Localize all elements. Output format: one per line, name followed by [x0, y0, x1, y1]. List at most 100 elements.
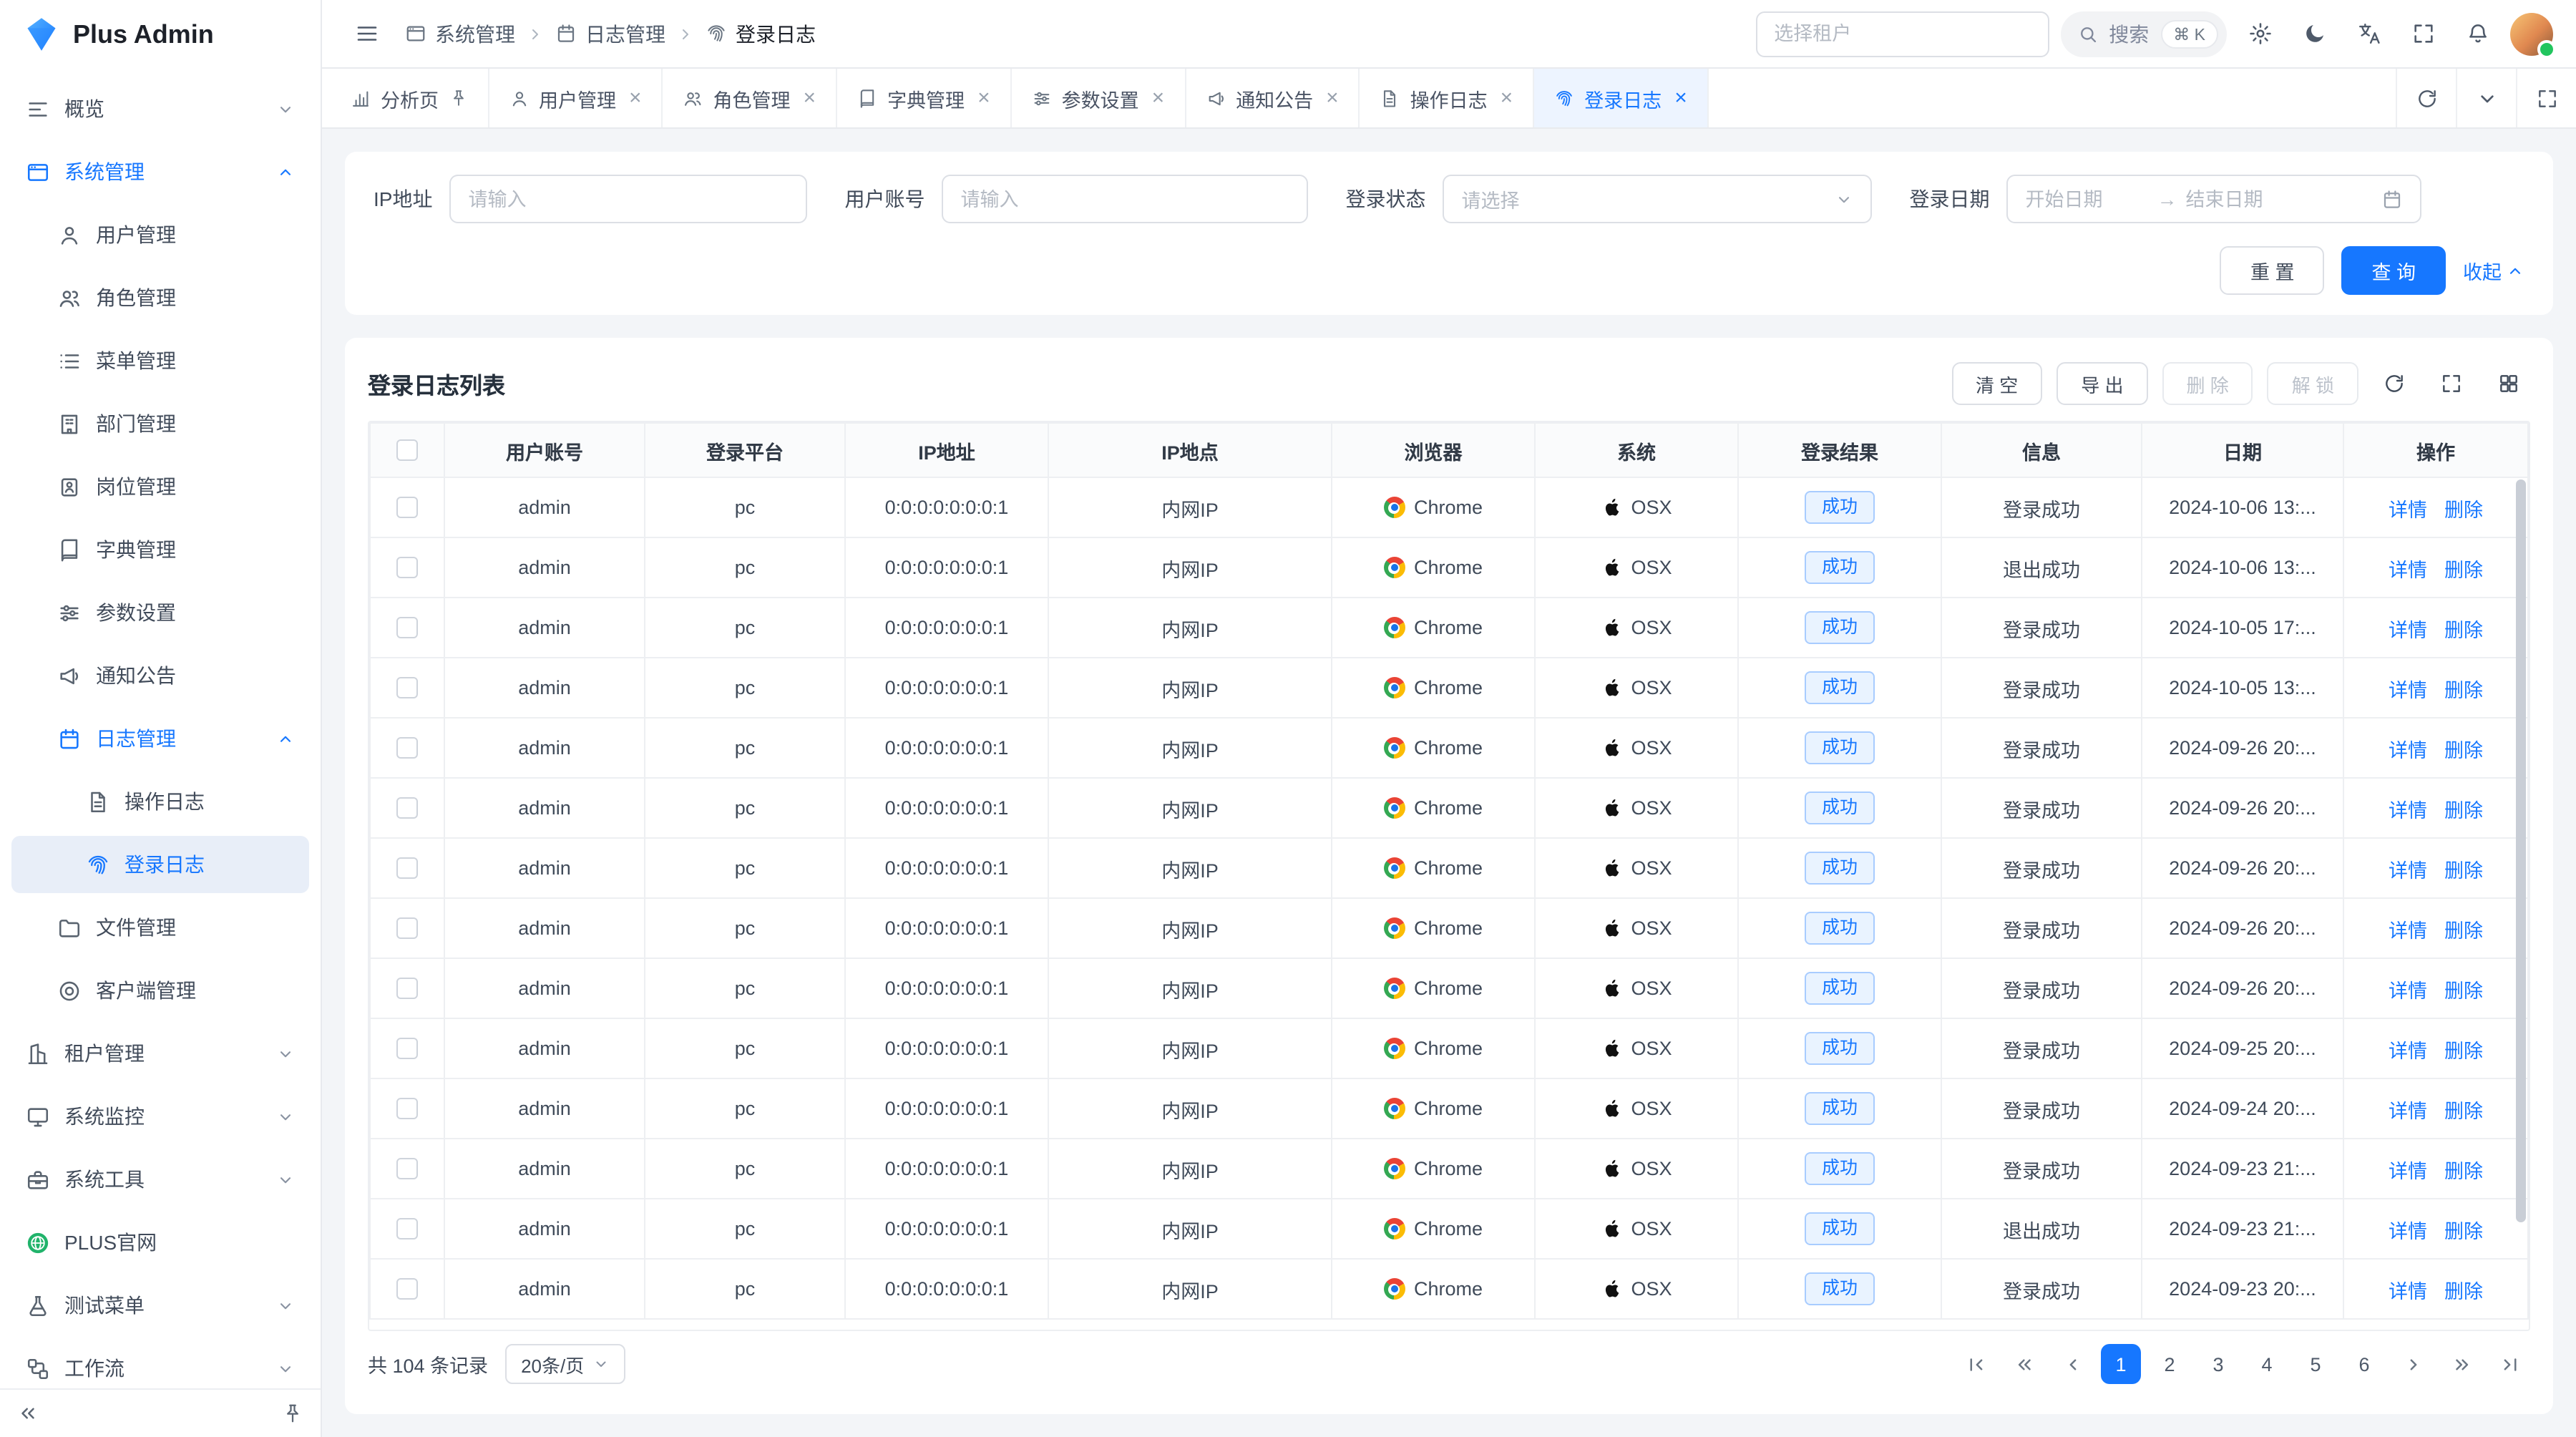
user-account-input[interactable] — [942, 175, 1308, 223]
close-tab-icon[interactable]: × — [1152, 87, 1165, 109]
delete-link[interactable]: 删除 — [2444, 739, 2483, 761]
sidebar-item-tools[interactable]: 系统工具 — [11, 1151, 309, 1208]
collapse-filter-link[interactable]: 收起 — [2463, 256, 2524, 285]
page-button-2[interactable]: 2 — [2150, 1344, 2190, 1384]
delete-link[interactable]: 删除 — [2444, 1100, 2483, 1121]
row-checkbox[interactable] — [396, 1038, 418, 1060]
detail-link[interactable]: 详情 — [2389, 739, 2427, 761]
tab-param[interactable]: 参数设置× — [1012, 69, 1186, 127]
delete-link[interactable]: 删除 — [2444, 1220, 2483, 1242]
sidebar-item-tenant[interactable]: 租户管理 — [11, 1025, 309, 1082]
sidebar-item-menu[interactable]: 菜单管理 — [11, 332, 309, 389]
sidebar-item-system[interactable]: 系统管理 — [11, 143, 309, 200]
tab-notice[interactable]: 通知公告× — [1186, 69, 1360, 127]
refresh-tab-button[interactable] — [2396, 69, 2456, 127]
tab-options-button[interactable] — [2456, 69, 2516, 127]
start-date-input[interactable] — [2025, 188, 2148, 210]
refresh-list-button[interactable] — [2373, 362, 2416, 405]
delete-link[interactable]: 删除 — [2444, 619, 2483, 640]
jump-back-button[interactable] — [2004, 1344, 2044, 1384]
collapse-sidebar-button[interactable] — [17, 1403, 39, 1424]
first-page-button[interactable] — [1955, 1344, 1995, 1384]
row-checkbox[interactable] — [396, 978, 418, 1000]
row-checkbox[interactable] — [396, 1219, 418, 1240]
row-checkbox[interactable] — [396, 918, 418, 940]
dark-mode-button[interactable] — [2293, 12, 2336, 55]
pin-sidebar-button[interactable] — [282, 1403, 303, 1424]
language-button[interactable] — [2347, 12, 2390, 55]
fullscreen-button[interactable] — [2401, 12, 2444, 55]
sidebar-item-loginlog[interactable]: 登录日志 — [11, 836, 309, 893]
query-button[interactable]: 查 询 — [2341, 246, 2446, 295]
sidebar-item-dept[interactable]: 部门管理 — [11, 395, 309, 452]
column-settings-button[interactable] — [2487, 362, 2530, 405]
sidebar-item-user[interactable]: 用户管理 — [11, 206, 309, 263]
row-checkbox[interactable] — [396, 858, 418, 880]
breadcrumb-item-loginlog[interactable]: 登录日志 — [706, 19, 816, 48]
row-checkbox[interactable] — [396, 678, 418, 699]
delete-link[interactable]: 删除 — [2444, 1160, 2483, 1182]
hamburger-menu-button[interactable] — [345, 12, 388, 55]
login-status-select[interactable]: 请选择 — [1443, 175, 1872, 223]
close-tab-icon[interactable]: × — [1326, 87, 1339, 109]
delete-link[interactable]: 删除 — [2444, 799, 2483, 821]
clear-button[interactable]: 清 空 — [1951, 362, 2042, 405]
tab-role[interactable]: 角色管理× — [663, 69, 838, 127]
delete-link[interactable]: 删除 — [2444, 499, 2483, 520]
detail-link[interactable]: 详情 — [2389, 679, 2427, 701]
row-checkbox[interactable] — [396, 738, 418, 759]
row-checkbox[interactable] — [396, 557, 418, 579]
end-date-input[interactable] — [2185, 188, 2308, 210]
row-checkbox[interactable] — [396, 1279, 418, 1300]
close-tab-icon[interactable]: × — [1674, 87, 1687, 109]
row-checkbox[interactable] — [396, 798, 418, 819]
user-avatar[interactable] — [2510, 12, 2553, 55]
unlock-button[interactable]: 解 锁 — [2268, 362, 2358, 405]
sidebar-item-operlog[interactable]: 操作日志 — [11, 773, 309, 830]
row-checkbox[interactable] — [396, 1159, 418, 1180]
sidebar-item-dict[interactable]: 字典管理 — [11, 521, 309, 578]
close-tab-icon[interactable]: × — [1501, 87, 1513, 109]
table-fullscreen-button[interactable] — [2430, 362, 2473, 405]
detail-link[interactable]: 详情 — [2389, 559, 2427, 580]
sidebar-item-test[interactable]: 测试菜单 — [11, 1277, 309, 1334]
tab-operlog[interactable]: 操作日志× — [1360, 69, 1535, 127]
sidebar-item-plus-site[interactable]: PLUS官网 — [11, 1214, 309, 1271]
last-page-button[interactable] — [2490, 1344, 2530, 1384]
detail-link[interactable]: 详情 — [2389, 859, 2427, 881]
select-all-checkbox[interactable] — [396, 440, 418, 462]
tab-loginlog[interactable]: 登录日志× — [1534, 69, 1709, 127]
detail-link[interactable]: 详情 — [2389, 1220, 2427, 1242]
row-checkbox[interactable] — [396, 497, 418, 519]
sidebar-item-monitor[interactable]: 系统监控 — [11, 1088, 309, 1145]
close-tab-icon[interactable]: × — [804, 87, 816, 109]
row-checkbox[interactable] — [396, 618, 418, 639]
delete-button[interactable]: 删 除 — [2162, 362, 2253, 405]
notifications-button[interactable] — [2456, 12, 2499, 55]
delete-link[interactable]: 删除 — [2444, 920, 2483, 941]
page-button-3[interactable]: 3 — [2198, 1344, 2238, 1384]
detail-link[interactable]: 详情 — [2389, 1100, 2427, 1121]
page-size-select[interactable]: 20条/页 — [505, 1344, 625, 1384]
tenant-select[interactable] — [1755, 11, 2049, 57]
row-checkbox[interactable] — [396, 1099, 418, 1120]
sidebar-item-file[interactable]: 文件管理 — [11, 899, 309, 956]
detail-link[interactable]: 详情 — [2389, 1040, 2427, 1061]
sidebar-item-role[interactable]: 角色管理 — [11, 269, 309, 326]
page-button-6[interactable]: 6 — [2344, 1344, 2384, 1384]
reset-button[interactable]: 重 置 — [2220, 246, 2325, 295]
login-date-range[interactable]: → — [2006, 175, 2421, 223]
sidebar-item-log[interactable]: 日志管理 — [11, 710, 309, 767]
tab-analysis[interactable]: 分析页 — [331, 69, 489, 127]
delete-link[interactable]: 删除 — [2444, 1280, 2483, 1302]
global-search[interactable]: 搜索 ⌘ K — [2060, 11, 2227, 57]
detail-link[interactable]: 详情 — [2389, 799, 2427, 821]
jump-forward-button[interactable] — [2441, 1344, 2482, 1384]
settings-button[interactable] — [2238, 12, 2281, 55]
breadcrumb-item-system[interactable]: 系统管理 — [405, 19, 515, 48]
tab-user[interactable]: 用户管理× — [489, 69, 663, 127]
delete-link[interactable]: 删除 — [2444, 980, 2483, 1001]
delete-link[interactable]: 删除 — [2444, 679, 2483, 701]
detail-link[interactable]: 详情 — [2389, 499, 2427, 520]
table-scrollbar[interactable] — [2516, 479, 2526, 1324]
